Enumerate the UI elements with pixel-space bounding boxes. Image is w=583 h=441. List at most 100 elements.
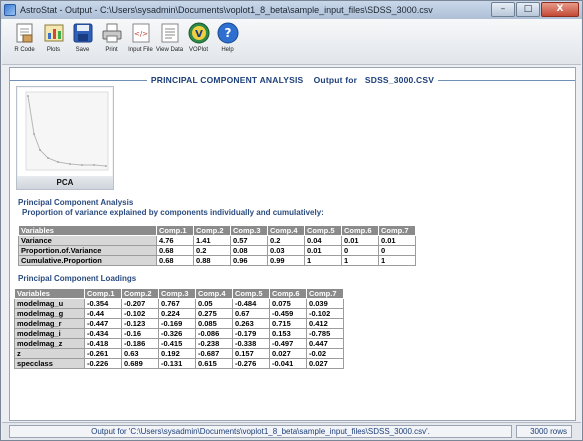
output-panel[interactable]: PRINCIPAL COMPONENT ANALYSIS Output for … [9,67,576,421]
print-label: Print [105,47,118,53]
input-file-icon: </> [129,21,153,45]
column-header-comp-6: Comp.6 [341,225,379,236]
table-cell: 0.263 [232,318,270,329]
table-cell: -0.354 [84,298,122,309]
row-label: Cumulative.Proportion [18,255,157,266]
table-cell: -0.16 [121,328,159,339]
table-cell: 0.99 [267,255,305,266]
table-cell: -0.238 [195,338,233,349]
table-cell: 0.2 [267,235,305,246]
window-title: AstroStat - Output - C:\Users\sysadmin\D… [20,5,433,15]
table-cell: 0.88 [193,255,231,266]
table-cell: 1 [304,255,342,266]
voplot-icon: V [187,21,211,45]
column-header-variables: Variables [14,288,85,299]
table-cell: 0.2 [193,245,231,256]
table-row: z -0.261 0.63 0.192 -0.687 0.157 0.027 -0.02 [14,348,344,359]
row-label: modelmag_r [14,318,85,329]
column-header-comp-1: Comp.1 [84,288,122,299]
header-middle: Output for [313,75,358,85]
column-header-comp-5: Comp.5 [232,288,270,299]
table-row: Variance 4.76 1.41 0.57 0.2 0.04 0.01 0.01 [18,235,416,246]
table-row: modelmag_u -0.354 -0.207 0.767 0.05 -0.484 0.0… [14,298,344,309]
input-file-label: Input File [128,47,153,53]
row-label: z [14,348,85,359]
voplot-button[interactable]: V VOPlot [184,21,213,64]
table-cell: 0.157 [232,348,270,359]
table-cell: 1 [378,255,416,266]
table-cell: -0.102 [121,308,159,319]
help-label: Help [221,47,234,53]
table-cell: 0.01 [304,245,342,256]
table-cell: -0.02 [306,348,344,359]
table-cell: 0.715 [269,318,307,329]
table-cell: 0.615 [195,358,233,369]
table-cell: -0.415 [158,338,196,349]
variance-table: Variables Comp.1 Comp.2 Comp.3 Comp.4 Comp.5 C… [18,225,416,266]
table-cell: 1 [341,255,379,266]
print-icon [100,21,124,45]
astrostat-window: AstroStat - Output - C:\Users\sysadmin\D… [0,0,583,441]
status-row-count: 3000 rows [516,425,572,438]
variance-body: Variance 4.76 1.41 0.57 0.2 0.04 0.01 0.01 Propo… [18,235,416,266]
table-cell: -0.326 [158,328,196,339]
plots-label: Plots [46,47,61,53]
table-cell: 0.027 [269,348,307,359]
loadings-header-row: Variables Comp.1 Comp.2 Comp.3 Comp.4 Comp.5 C… [14,288,344,299]
plots-button[interactable]: Plots [39,21,68,64]
column-header-comp-6: Comp.6 [269,288,307,299]
title-bar[interactable]: AstroStat - Output - C:\Users\sysadmin\D… [1,1,582,19]
table-cell: 0.96 [230,255,268,266]
save-button[interactable]: Save [68,21,97,64]
r-code-button[interactable]: R Code [10,21,39,64]
close-button[interactable]: X [541,2,579,17]
input-file-button[interactable]: </> Input File [126,21,155,64]
table-cell: -0.123 [121,318,159,329]
loadings-table: Variables Comp.1 Comp.2 Comp.3 Comp.4 Comp.5 C… [14,288,344,369]
maximize-button[interactable]: □ [516,2,540,17]
table-cell: -0.484 [232,298,270,309]
view-data-label: View Data [155,47,184,53]
table-cell: 4.76 [156,235,194,246]
table-cell: 0 [378,245,416,256]
table-cell: 0.039 [306,298,344,309]
table-row: modelmag_g -0.44 -0.102 0.224 0.275 0.67 -0.45… [14,308,344,319]
r-code-icon [13,21,37,45]
table-cell: 0.075 [269,298,307,309]
table-cell: 0.767 [158,298,196,309]
column-header-variables: Variables [18,225,157,236]
view-data-button[interactable]: View Data [155,21,184,64]
column-header-comp-2: Comp.2 [193,225,231,236]
pca-section-subtitle: Proportion of variance explained by comp… [22,208,324,217]
table-cell: 0.63 [121,348,159,359]
row-label: modelmag_g [14,308,85,319]
svg-text:?: ? [224,26,231,40]
table-cell: 0.04 [304,235,342,246]
table-row: Proportion.of.Variance 0.68 0.2 0.08 0.03 0.0… [18,245,416,256]
table-cell: 0.153 [269,328,307,339]
table-cell: 0.447 [306,338,344,349]
pca-plot-thumbnail[interactable]: PCA [16,86,114,190]
save-label: Save [75,47,90,53]
column-header-comp-1: Comp.1 [156,225,194,236]
table-cell: 0.01 [341,235,379,246]
table-cell: -0.186 [121,338,159,349]
row-label: Proportion.of.Variance [18,245,157,256]
table-cell: 0.412 [306,318,344,329]
print-button[interactable]: Print [97,21,126,64]
column-header-comp-7: Comp.7 [306,288,344,299]
table-cell: -0.447 [84,318,122,329]
plots-icon [42,21,66,45]
variance-header-row: Variables Comp.1 Comp.2 Comp.3 Comp.4 Comp.5 C… [18,225,416,236]
minimize-button[interactable]: – [491,2,515,17]
table-cell: 0 [341,245,379,256]
table-cell: -0.086 [195,328,233,339]
table-cell: -0.207 [121,298,159,309]
table-cell: 0.67 [232,308,270,319]
table-cell: -0.179 [232,328,270,339]
toolbar: R Code Plots Save Print </> Input File V… [2,19,581,65]
table-cell: -0.226 [84,358,122,369]
pca-scree-plot [18,88,112,176]
table-cell: -0.785 [306,328,344,339]
help-button[interactable]: ? Help [213,21,242,64]
